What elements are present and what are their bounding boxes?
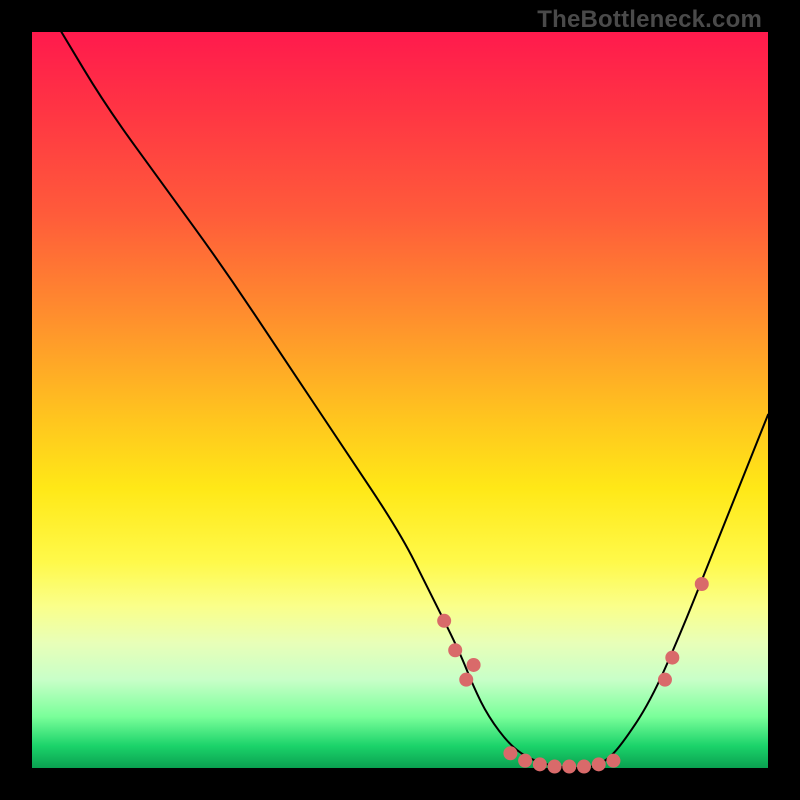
data-dots bbox=[437, 577, 709, 774]
data-point bbox=[562, 760, 576, 774]
chart-frame: TheBottleneck.com bbox=[0, 0, 800, 800]
data-point bbox=[467, 658, 481, 672]
plot-area bbox=[32, 32, 768, 768]
data-point bbox=[459, 673, 473, 687]
curve-layer bbox=[32, 32, 768, 768]
data-point bbox=[448, 643, 462, 657]
data-point bbox=[533, 757, 547, 771]
data-point bbox=[658, 673, 672, 687]
watermark-text: TheBottleneck.com bbox=[537, 6, 762, 34]
data-point bbox=[606, 754, 620, 768]
data-point bbox=[548, 760, 562, 774]
data-point bbox=[518, 754, 532, 768]
data-point bbox=[592, 757, 606, 771]
bottleneck-curve bbox=[61, 32, 768, 768]
data-point bbox=[577, 760, 591, 774]
data-point bbox=[503, 746, 517, 760]
data-point bbox=[665, 651, 679, 665]
data-point bbox=[695, 577, 709, 591]
data-point bbox=[437, 614, 451, 628]
